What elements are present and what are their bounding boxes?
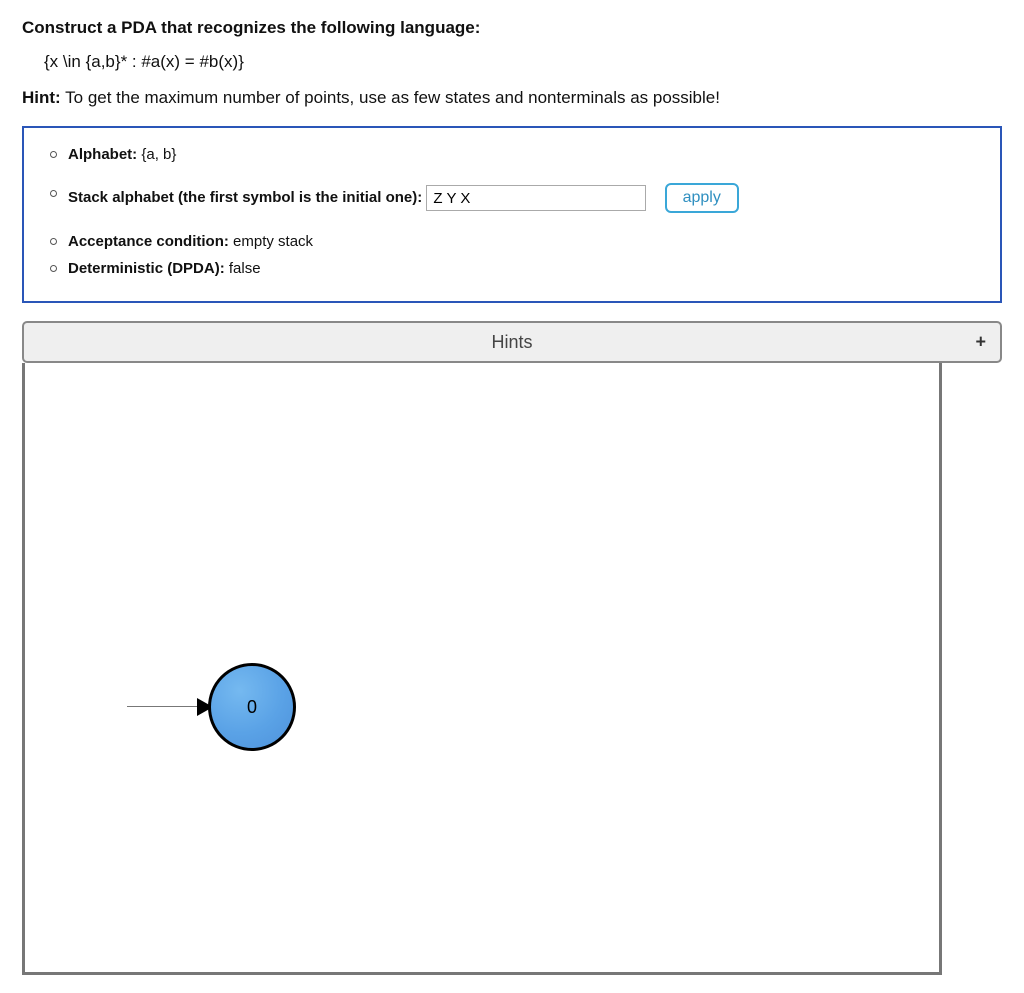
automaton-canvas[interactable]: 0 bbox=[22, 363, 942, 975]
hint-text: To get the maximum number of points, use… bbox=[61, 88, 720, 107]
dpda-label: Deterministic (DPDA): bbox=[68, 260, 229, 277]
acceptance-value: empty stack bbox=[233, 233, 313, 250]
config-panel: Alphabet: {a, b} Stack alphabet (the fir… bbox=[22, 126, 1002, 303]
alphabet-label: Alphabet: bbox=[68, 146, 141, 163]
start-arrow-icon bbox=[127, 706, 197, 707]
state-node-0[interactable]: 0 bbox=[208, 663, 296, 751]
hint-label: Hint: bbox=[22, 88, 61, 107]
acceptance-label: Acceptance condition: bbox=[68, 233, 233, 250]
apply-button[interactable]: apply bbox=[665, 183, 739, 213]
stack-alphabet-label: Stack alphabet (the first symbol is the … bbox=[68, 189, 426, 206]
language-definition: {x \in {a,b}* : #a(x) = #b(x)} bbox=[44, 52, 1002, 72]
expand-icon[interactable]: + bbox=[975, 332, 986, 353]
hints-title: Hints bbox=[491, 332, 532, 353]
hints-bar[interactable]: Hints + bbox=[22, 321, 1002, 363]
config-alphabet-row: Alphabet: {a, b} bbox=[46, 144, 978, 165]
config-list: Alphabet: {a, b} Stack alphabet (the fir… bbox=[46, 144, 978, 279]
page-heading: Construct a PDA that recognizes the foll… bbox=[22, 18, 1002, 38]
dpda-value: false bbox=[229, 260, 261, 277]
config-dpda-row: Deterministic (DPDA): false bbox=[46, 258, 978, 279]
stack-alphabet-input[interactable] bbox=[426, 185, 646, 211]
state-label: 0 bbox=[247, 697, 257, 718]
config-acceptance-row: Acceptance condition: empty stack bbox=[46, 231, 978, 252]
config-stack-row: Stack alphabet (the first symbol is the … bbox=[46, 183, 978, 213]
hint-line: Hint: To get the maximum number of point… bbox=[22, 88, 1002, 108]
alphabet-value: {a, b} bbox=[141, 146, 176, 163]
